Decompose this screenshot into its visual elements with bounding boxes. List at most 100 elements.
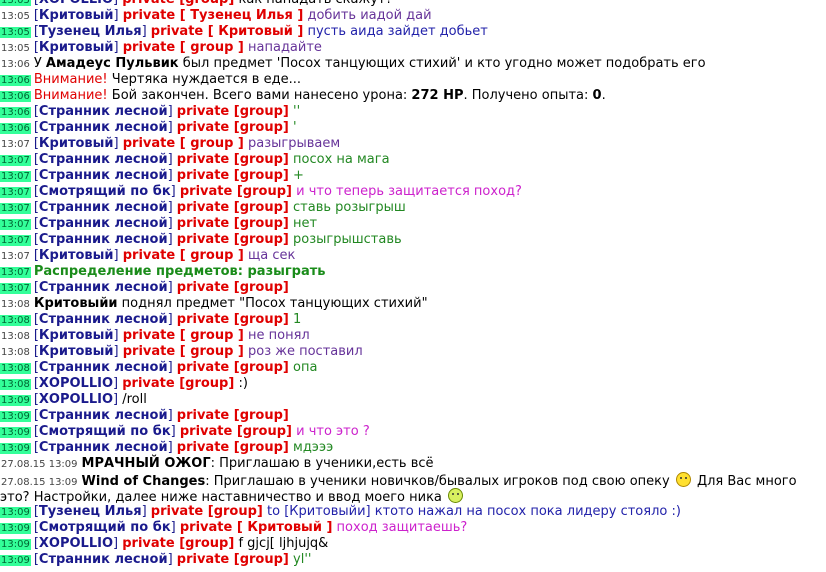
recipient-nick[interactable]: group <box>240 280 283 295</box>
timestamp[interactable]: 27.08.15 13:09 <box>0 459 79 470</box>
timestamp[interactable]: 13:07 <box>0 283 31 294</box>
sender-nick[interactable]: Странник лесной <box>39 168 168 183</box>
sender-nick[interactable]: ХОРОLLIO <box>39 536 113 551</box>
recipient-nick[interactable]: group <box>190 344 233 359</box>
recipient-nick[interactable]: group <box>190 248 233 263</box>
timestamp[interactable]: 13:05 <box>0 0 31 6</box>
timestamp[interactable]: 13:09 <box>0 539 31 550</box>
private-label[interactable]: private <box>177 312 229 327</box>
timestamp[interactable]: 13:07 <box>0 235 31 246</box>
recipient-nick[interactable]: Тузенец Илья <box>190 8 293 23</box>
private-label[interactable]: private <box>177 200 229 215</box>
recipient-nick[interactable]: group <box>240 168 283 183</box>
timestamp[interactable]: 13:08 <box>0 347 31 358</box>
sender-nick[interactable]: Странник лесной <box>39 312 168 327</box>
timestamp[interactable]: 13:09 <box>0 443 31 454</box>
sender-nick[interactable]: Странник лесной <box>39 280 168 295</box>
recipient-nick[interactable]: group <box>240 312 283 327</box>
sender-nick[interactable]: Странник лесной <box>39 152 168 167</box>
private-label[interactable]: private <box>123 328 175 343</box>
private-label[interactable]: private <box>177 440 229 455</box>
sender-nick[interactable]: Критовый <box>39 328 114 343</box>
timestamp[interactable]: 13:06 <box>0 75 31 86</box>
timestamp[interactable]: 13:07 <box>0 139 31 150</box>
sender-nick[interactable]: Странник лесной <box>39 104 168 119</box>
recipient-nick[interactable]: group <box>190 136 233 151</box>
timestamp[interactable]: 13:06 <box>0 107 31 118</box>
recipient-nick[interactable]: group <box>185 376 228 391</box>
timestamp[interactable]: 13:05 <box>0 27 31 38</box>
sender-nick[interactable]: МРАЧНЫЙ ОЖОГ <box>82 456 211 471</box>
recipient-nick[interactable]: group <box>190 328 233 343</box>
timestamp[interactable]: 13:08 <box>0 331 31 342</box>
sender-nick[interactable]: ХОРОLLIO <box>39 392 113 407</box>
private-label[interactable]: private <box>177 232 229 247</box>
sender-nick[interactable]: Странник лесной <box>39 360 168 375</box>
timestamp[interactable]: 13:06 <box>0 59 31 70</box>
timestamp[interactable]: 13:08 <box>0 315 31 326</box>
timestamp[interactable]: 13:09 <box>0 427 31 438</box>
private-label[interactable]: private <box>177 552 229 567</box>
recipient-nick[interactable]: group <box>240 152 283 167</box>
sender-nick[interactable]: Странник лесной <box>39 552 168 567</box>
timestamp[interactable]: 27.08.15 13:09 <box>0 477 79 488</box>
sender-nick[interactable]: Смотрящий по бк <box>39 520 171 535</box>
recipient-nick[interactable]: group <box>240 232 283 247</box>
private-label[interactable]: private <box>177 120 229 135</box>
private-label[interactable]: private <box>177 104 229 119</box>
sender-nick[interactable]: Смотрящий по бк <box>39 424 171 439</box>
sender-nick[interactable]: ХОРОLLIO <box>39 376 113 391</box>
private-label[interactable]: private <box>177 216 229 231</box>
private-label[interactable]: private <box>177 168 229 183</box>
timestamp[interactable]: 13:07 <box>0 267 31 278</box>
private-label[interactable]: private <box>177 152 229 167</box>
sender-nick[interactable]: Критовый <box>39 344 114 359</box>
sender-nick[interactable]: Критовый <box>39 40 114 55</box>
sender-nick[interactable]: Критовый <box>39 136 114 151</box>
recipient-nick[interactable]: group <box>240 216 283 231</box>
recipient-nick[interactable]: group <box>243 424 286 439</box>
timestamp[interactable]: 13:08 <box>0 299 31 310</box>
sender-nick[interactable]: Странник лесной <box>39 120 168 135</box>
timestamp[interactable]: 13:06 <box>0 123 31 134</box>
timestamp[interactable]: 13:07 <box>0 187 31 198</box>
recipient-nick[interactable]: group <box>185 0 228 7</box>
recipient-nick[interactable]: group <box>190 40 233 55</box>
timestamp[interactable]: 13:09 <box>0 555 31 566</box>
sender-nick[interactable]: Критовый <box>39 248 114 263</box>
timestamp[interactable]: 13:06 <box>0 91 31 102</box>
recipient-nick[interactable]: group <box>240 120 283 135</box>
private-label[interactable]: private <box>180 184 232 199</box>
private-label[interactable]: private <box>123 136 175 151</box>
recipient-nick[interactable]: group <box>240 552 283 567</box>
private-label[interactable]: private <box>177 280 229 295</box>
recipient-nick[interactable]: group <box>243 184 286 199</box>
sender-nick[interactable]: Тузенец Илья <box>39 24 142 39</box>
sender-nick[interactable]: Тузенец Илья <box>39 504 142 519</box>
private-label[interactable]: private <box>123 8 175 23</box>
recipient-nick[interactable]: Критовый <box>247 520 322 535</box>
timestamp[interactable]: 13:07 <box>0 219 31 230</box>
private-label[interactable]: private <box>180 424 232 439</box>
sender-nick[interactable]: Странник лесной <box>39 200 168 215</box>
recipient-nick[interactable]: Критовый <box>218 24 293 39</box>
recipient-nick[interactable]: group <box>240 360 283 375</box>
private-label[interactable]: private <box>177 408 229 423</box>
timestamp[interactable]: 13:07 <box>0 203 31 214</box>
sender-nick[interactable]: Критовый <box>39 8 114 23</box>
private-label[interactable]: private <box>180 520 232 535</box>
recipient-nick[interactable]: group <box>240 408 283 423</box>
recipient-nick[interactable]: group <box>240 200 283 215</box>
timestamp[interactable]: 13:09 <box>0 507 31 518</box>
recipient-nick[interactable]: group <box>214 504 257 519</box>
sender-nick[interactable]: Странник лесной <box>39 408 168 423</box>
private-label[interactable]: private <box>123 248 175 263</box>
private-label[interactable]: private <box>122 376 174 391</box>
sender-nick[interactable]: Странник лесной <box>39 232 168 247</box>
recipient-nick[interactable]: group <box>240 440 283 455</box>
timestamp[interactable]: 13:09 <box>0 523 31 534</box>
private-label[interactable]: private <box>151 24 203 39</box>
private-label[interactable]: private <box>123 344 175 359</box>
private-label[interactable]: private <box>122 536 174 551</box>
timestamp[interactable]: 13:08 <box>0 363 31 374</box>
